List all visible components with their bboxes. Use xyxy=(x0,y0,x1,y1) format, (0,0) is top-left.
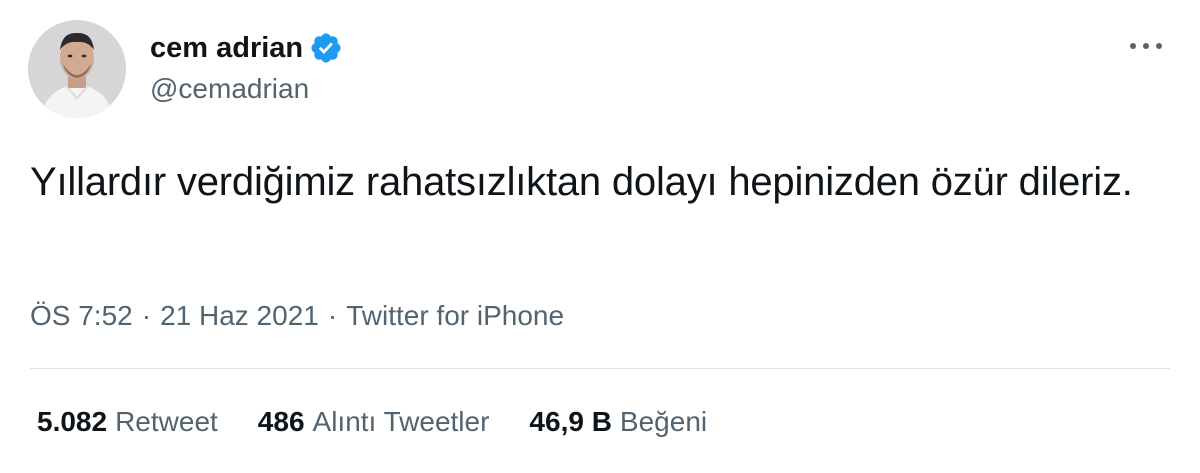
more-options-button[interactable] xyxy=(1124,28,1168,64)
avatar[interactable] xyxy=(28,20,126,118)
quote-label: Alıntı Tweetler xyxy=(312,406,490,437)
meta-separator: · xyxy=(141,300,152,331)
avatar-image xyxy=(28,20,126,118)
more-horizontal-icon xyxy=(1130,43,1162,49)
tweet-meta: ÖS 7:52 · 21 Haz 2021 · Twitter for iPhone xyxy=(30,298,564,334)
like-label: Beğeni xyxy=(619,406,708,437)
tweet-source[interactable]: Twitter for iPhone xyxy=(346,300,564,331)
tweet-stats: 5.082 Retweet 486 Alıntı Tweetler 46,9 B Be… xyxy=(37,404,747,440)
tweet-text: Yıllardır verdiğimiz rahatsızlıktan dola… xyxy=(30,160,1133,204)
meta-separator: · xyxy=(327,300,338,331)
retweet-label: Retweet xyxy=(115,406,218,437)
divider xyxy=(30,368,1170,369)
retweet-stat[interactable]: 5.082 Retweet xyxy=(37,404,218,440)
quote-count: 486 xyxy=(257,406,305,437)
tweet-card: cem adrian @cemadrian Yıllardır verdiğim… xyxy=(0,0,1200,473)
retweet-count: 5.082 xyxy=(37,406,108,437)
tweet-date[interactable]: 21 Haz 2021 xyxy=(160,300,319,331)
quote-stat[interactable]: 486 Alıntı Tweetler xyxy=(258,404,490,440)
user-handle[interactable]: @cemadrian xyxy=(150,72,309,106)
like-stat[interactable]: 46,9 B Beğeni xyxy=(529,404,707,440)
display-name-text: cem adrian xyxy=(150,32,304,64)
verified-badge-icon xyxy=(309,31,343,65)
like-count: 46,9 B xyxy=(529,406,612,437)
tweet-time[interactable]: ÖS 7:52 xyxy=(30,300,133,331)
display-name[interactable]: cem adrian xyxy=(150,30,343,66)
